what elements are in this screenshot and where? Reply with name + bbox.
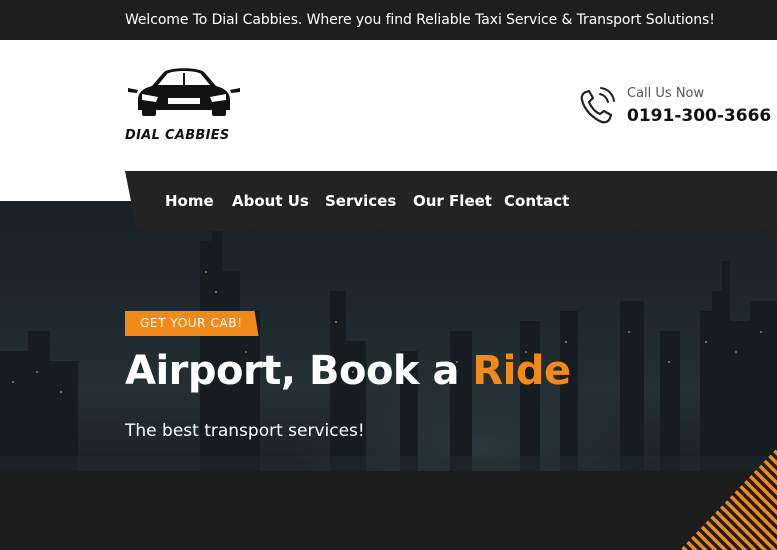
- hero-subline: The best transport services!: [125, 421, 365, 441]
- nav-home[interactable]: Home: [165, 171, 214, 231]
- headline-main: Airport, Book a: [125, 348, 473, 394]
- phone-icon: [580, 87, 615, 124]
- call-label: Call Us Now: [627, 86, 705, 101]
- headline-accent: Ride: [472, 348, 571, 394]
- nav-contact[interactable]: Contact: [504, 171, 569, 231]
- header-strip: [0, 171, 132, 201]
- car-logo-icon: [128, 68, 240, 116]
- decorative-stripes: [680, 448, 777, 550]
- top-announcement-bar: Welcome To Dial Cabbies. Where you find …: [0, 0, 777, 40]
- phone-number[interactable]: 0191-300-3666: [627, 106, 771, 126]
- nav-our-fleet[interactable]: Our Fleet: [413, 171, 492, 231]
- nav-about-us[interactable]: About Us: [232, 171, 309, 231]
- welcome-text: Welcome To Dial Cabbies. Where you find …: [125, 12, 715, 28]
- get-your-cab-tag: GET YOUR CAB!: [125, 311, 259, 336]
- logo-text: DIAL CABBIES: [125, 128, 230, 143]
- nav-services[interactable]: Services: [325, 171, 396, 231]
- main-navigation: Home About Us Services Our Fleet Contact: [125, 171, 777, 231]
- hero-headline: Airport, Book a Ride: [125, 348, 571, 394]
